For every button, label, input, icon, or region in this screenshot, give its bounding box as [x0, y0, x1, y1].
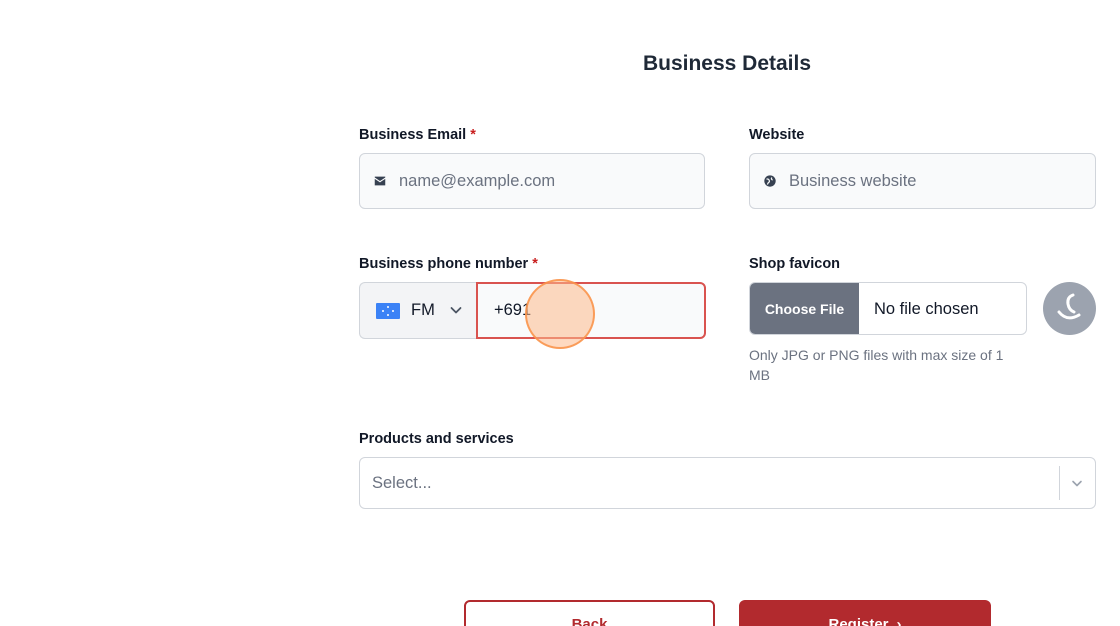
favicon-preview-avatar [1043, 282, 1096, 335]
required-asterisk: * [532, 256, 538, 272]
globe-icon [764, 175, 776, 187]
country-code-select[interactable]: FM [359, 282, 477, 339]
products-services-label: Products and services [359, 431, 514, 447]
choose-file-button[interactable]: Choose File [750, 283, 859, 334]
select-separator [1059, 466, 1060, 500]
business-email-placeholder: name@example.com [399, 172, 556, 190]
business-email-input[interactable]: name@example.com [359, 153, 705, 209]
arrow-right-icon: › [896, 616, 902, 626]
chevron-down-icon[interactable] [1070, 476, 1084, 490]
page-title: Business Details [642, 52, 812, 75]
click-indicator [525, 279, 595, 349]
micronesia-flag-icon [376, 303, 400, 319]
favicon-help-text: Only JPG or PNG files with max size of 1… [749, 347, 1004, 383]
business-email-label: Business Email * [359, 127, 476, 143]
back-button[interactable]: Back [464, 600, 715, 626]
website-input[interactable]: Business website [749, 153, 1096, 209]
business-email-label-text: Business Email [359, 127, 467, 143]
shop-logo-icon [1057, 293, 1081, 320]
required-asterisk: * [470, 127, 476, 143]
products-services-placeholder: Select... [372, 474, 432, 492]
website-label: Website [749, 127, 805, 143]
country-code-text: FM [411, 301, 435, 319]
file-status-text: No file chosen [874, 300, 979, 318]
register-button[interactable]: Register › [739, 600, 991, 626]
chevron-down-icon [450, 307, 462, 314]
shop-favicon-label: Shop favicon [749, 256, 841, 272]
business-phone-label-text: Business phone number [359, 256, 529, 272]
products-services-select[interactable]: Select... [359, 457, 1096, 509]
envelope-icon [374, 176, 386, 186]
favicon-file-input[interactable]: Choose File No file chosen [749, 282, 1027, 335]
business-phone-label: Business phone number * [359, 256, 538, 272]
website-placeholder: Business website [789, 172, 917, 190]
register-button-label: Register [828, 616, 889, 626]
